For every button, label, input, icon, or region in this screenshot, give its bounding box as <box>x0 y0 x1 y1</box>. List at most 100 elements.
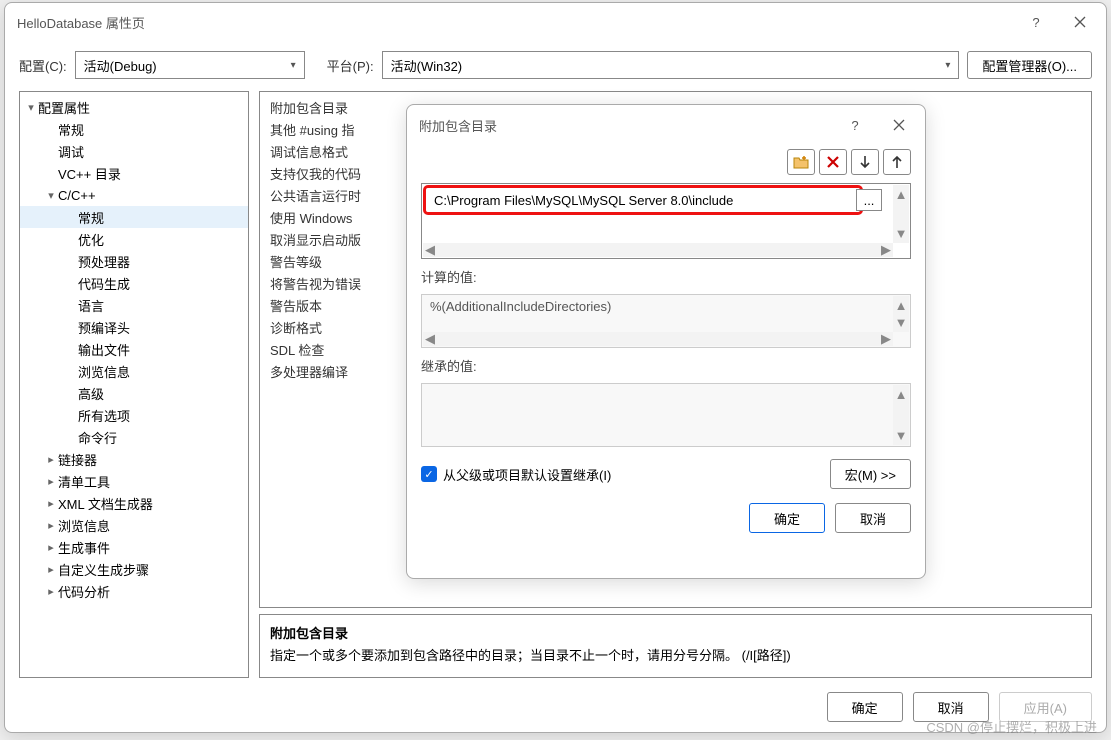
tree-item[interactable]: ▸自定义生成步骤 <box>20 558 248 580</box>
ok-button[interactable]: 确定 <box>827 692 903 722</box>
tree-item[interactable]: 常规 <box>20 206 248 228</box>
delete-icon <box>826 155 840 169</box>
sub-close-button[interactable] <box>877 110 921 140</box>
tree-item-label: 调试 <box>58 142 84 161</box>
tree-item[interactable]: ▾C/C++ <box>20 184 248 206</box>
calculated-value: %(AdditionalIncludeDirectories) <box>430 299 902 314</box>
move-down-button[interactable] <box>851 149 879 175</box>
inherited-values-box: ▲▼ <box>421 383 911 447</box>
description-text: 指定一个或多个要添加到包含路径中的目录；当目录不止一个时，请用分号分隔。 (/I… <box>270 645 1081 664</box>
main-dialog-buttons: 确定 取消 应用(A) <box>5 684 1106 732</box>
config-combo[interactable]: 活动(Debug) ▾ <box>75 51 305 79</box>
tree-item[interactable]: 预编译头 <box>20 316 248 338</box>
tree-item-label: 高级 <box>78 384 104 403</box>
calculated-label: 计算的值: <box>421 267 911 286</box>
tree-item-label: 语言 <box>78 296 104 315</box>
tree-item[interactable]: 语言 <box>20 294 248 316</box>
tree-item[interactable]: 高级 <box>20 382 248 404</box>
tree-expander-icon[interactable]: ▸ <box>44 519 58 532</box>
path-list[interactable]: ... ▲▼ ◀▶ <box>421 183 911 259</box>
tree-expander-icon[interactable]: ▸ <box>44 541 58 554</box>
close-icon <box>1074 16 1086 28</box>
inherit-checkbox-label[interactable]: ✓ 从父级或项目默认设置继承(I) <box>421 465 611 484</box>
tree-item[interactable]: 优化 <box>20 228 248 250</box>
vertical-scrollbar[interactable]: ▲▼ <box>893 296 909 332</box>
tree-item-label: 常规 <box>78 208 104 227</box>
tree-expander-icon[interactable]: ▸ <box>44 585 58 598</box>
sub-help-button[interactable]: ? <box>833 110 877 140</box>
new-folder-button[interactable] <box>787 149 815 175</box>
tree-item[interactable]: 代码生成 <box>20 272 248 294</box>
move-up-button[interactable] <box>883 149 911 175</box>
tree-item[interactable]: ▸浏览信息 <box>20 514 248 536</box>
config-toolbar: 配置(C): 活动(Debug) ▾ 平台(P): 活动(Win32) ▾ 配置… <box>5 41 1106 89</box>
inherit-text: 从父级或项目默认设置继承(I) <box>443 465 611 484</box>
tree-item-label: C/C++ <box>58 188 96 203</box>
tree-item[interactable]: ▸代码分析 <box>20 580 248 602</box>
sub-ok-button[interactable]: 确定 <box>749 503 825 533</box>
platform-value: 活动(Win32) <box>391 56 463 75</box>
tree-item[interactable]: 调试 <box>20 140 248 162</box>
browse-button[interactable]: ... <box>856 189 882 211</box>
tree-item-label: 浏览信息 <box>58 516 110 535</box>
delete-button[interactable] <box>819 149 847 175</box>
tree-expander-icon[interactable]: ▾ <box>44 189 58 202</box>
tree-item-label: XML 文档生成器 <box>58 494 153 513</box>
macros-button[interactable]: 宏(M) >> <box>830 459 911 489</box>
description-title: 附加包含目录 <box>270 623 1081 642</box>
tree-item[interactable]: 输出文件 <box>20 338 248 360</box>
tree-item-label: 自定义生成步骤 <box>58 560 149 579</box>
chevron-down-icon: ▾ <box>945 60 950 71</box>
tree-item[interactable]: 所有选项 <box>20 404 248 426</box>
tree-item-label: 所有选项 <box>78 406 130 425</box>
tree-item[interactable]: ▸XML 文档生成器 <box>20 492 248 514</box>
tree-item[interactable]: 预处理器 <box>20 250 248 272</box>
horizontal-scrollbar[interactable]: ◀▶ <box>423 243 893 257</box>
tree-item[interactable]: VC++ 目录 <box>20 162 248 184</box>
sub-dialog-title: 附加包含目录 <box>419 116 833 135</box>
sub-dialog-body: ... ▲▼ ◀▶ 计算的值: %(AdditionalIncludeDirec… <box>407 145 925 578</box>
tree-expander-icon[interactable]: ▸ <box>44 563 58 576</box>
tree-item-label: 预编译头 <box>78 318 130 337</box>
horizontal-scrollbar[interactable]: ◀▶ <box>423 332 893 346</box>
sub-toolbar <box>421 149 911 175</box>
tree-item[interactable]: 常规 <box>20 118 248 140</box>
close-button[interactable] <box>1058 7 1102 37</box>
vertical-scrollbar[interactable]: ▲▼ <box>893 185 909 243</box>
tree-item-label: 输出文件 <box>78 340 130 359</box>
category-tree[interactable]: ▾配置属性常规调试VC++ 目录▾C/C++常规优化预处理器代码生成语言预编译头… <box>19 91 249 678</box>
tree-item-label: 优化 <box>78 230 104 249</box>
tree-expander-icon[interactable]: ▸ <box>44 475 58 488</box>
inherit-row: ✓ 从父级或项目默认设置继承(I) 宏(M) >> <box>421 459 911 489</box>
tree-item-label: 配置属性 <box>38 98 90 117</box>
tree-item-label: 生成事件 <box>58 538 110 557</box>
tree-item[interactable]: ▾配置属性 <box>20 96 248 118</box>
vertical-scrollbar[interactable]: ▲▼ <box>893 385 909 445</box>
tree-item[interactable]: 命令行 <box>20 426 248 448</box>
description-box: 附加包含目录 指定一个或多个要添加到包含路径中的目录；当目录不止一个时，请用分号… <box>259 614 1092 678</box>
tree-expander-icon[interactable]: ▸ <box>44 453 58 466</box>
arrow-down-icon <box>859 155 871 169</box>
platform-combo[interactable]: 活动(Win32) ▾ <box>382 51 960 79</box>
config-label: 配置(C): <box>19 56 67 75</box>
tree-expander-icon[interactable]: ▸ <box>44 497 58 510</box>
chevron-down-icon: ▾ <box>291 60 296 71</box>
path-input[interactable] <box>432 192 854 209</box>
tree-item[interactable]: ▸清单工具 <box>20 470 248 492</box>
sub-cancel-button[interactable]: 取消 <box>835 503 911 533</box>
tree-item[interactable]: ▸链接器 <box>20 448 248 470</box>
tree-item-label: 常规 <box>58 120 84 139</box>
config-value: 活动(Debug) <box>84 56 157 75</box>
tree-expander-icon[interactable]: ▾ <box>24 101 38 114</box>
config-manager-button[interactable]: 配置管理器(O)... <box>967 51 1092 79</box>
cancel-button[interactable]: 取消 <box>913 692 989 722</box>
platform-label: 平台(P): <box>327 56 374 75</box>
tree-item-label: 命令行 <box>78 428 117 447</box>
arrow-up-icon <box>891 155 903 169</box>
tree-item[interactable]: 浏览信息 <box>20 360 248 382</box>
tree-item-label: 代码生成 <box>78 274 130 293</box>
help-button[interactable]: ? <box>1014 7 1058 37</box>
tree-item[interactable]: ▸生成事件 <box>20 536 248 558</box>
include-dirs-dialog: 附加包含目录 ? ... ▲▼ ◀▶ <box>406 104 926 579</box>
inherit-checkbox[interactable]: ✓ <box>421 466 437 482</box>
